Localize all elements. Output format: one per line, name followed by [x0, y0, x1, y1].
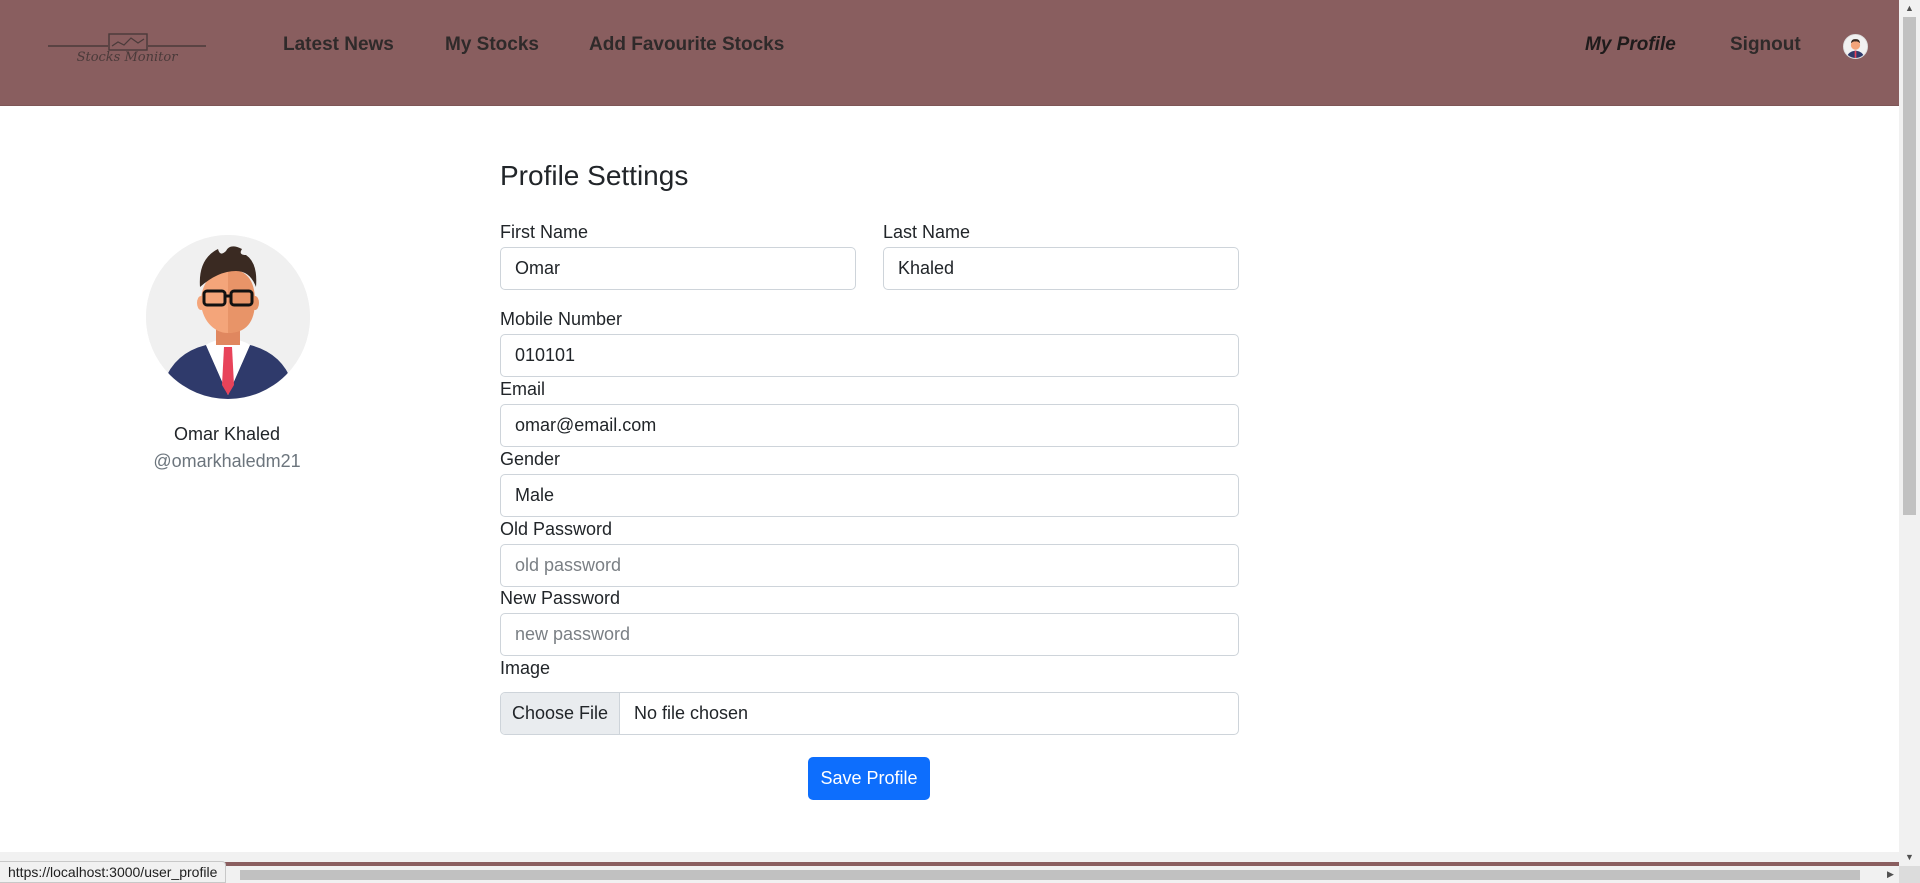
- scroll-up-icon[interactable]: ▲: [1899, 0, 1920, 17]
- scrollbar-corner: [1899, 866, 1920, 883]
- choose-file-button[interactable]: Choose File: [501, 693, 620, 734]
- profile-username: @omarkhaledm21: [153, 451, 301, 471]
- nav-latest-news[interactable]: Latest News: [283, 34, 394, 56]
- last-name-input[interactable]: [883, 247, 1239, 290]
- old-password-input[interactable]: [500, 544, 1239, 587]
- logo-text: Stocks Monitor: [77, 50, 179, 64]
- nav-signout[interactable]: Signout: [1730, 34, 1801, 56]
- businessman-avatar-icon: [146, 235, 310, 399]
- mobile-number-input[interactable]: [500, 334, 1239, 377]
- vertical-scroll-thumb[interactable]: [1903, 17, 1916, 515]
- file-status-text: No file chosen: [634, 703, 749, 723]
- scroll-down-icon[interactable]: ▼: [1899, 849, 1920, 866]
- horizontal-scroll-thumb[interactable]: [240, 870, 1860, 880]
- email-label: Email: [500, 379, 546, 399]
- old-password-label: Old Password: [500, 519, 613, 539]
- user-avatar-icon[interactable]: [1843, 34, 1868, 59]
- new-password-label: New Password: [500, 588, 621, 608]
- scroll-right-icon[interactable]: ▶: [1882, 866, 1899, 883]
- nav-my-profile[interactable]: My Profile: [1585, 34, 1676, 56]
- profile-full-name: Omar Khaled: [173, 424, 281, 444]
- email-input[interactable]: [500, 404, 1239, 447]
- mobile-number-label: Mobile Number: [500, 309, 623, 329]
- image-label: Image: [500, 658, 551, 678]
- page-bottom-strip: [0, 852, 1899, 862]
- image-file-input[interactable]: Choose File No file chosen: [500, 692, 1239, 735]
- vertical-scrollbar[interactable]: ▲ ▼: [1899, 0, 1920, 866]
- stocks-monitor-logo[interactable]: Stocks Monitor: [46, 30, 208, 64]
- save-profile-button[interactable]: Save Profile: [808, 757, 930, 800]
- horizontal-scrollbar[interactable]: ◀ ▶: [0, 866, 1899, 883]
- status-bar-url: https://localhost:3000/user_profile: [0, 861, 227, 883]
- nav-my-stocks[interactable]: My Stocks: [445, 34, 539, 56]
- nav-add-favourite-stocks[interactable]: Add Favourite Stocks: [589, 34, 784, 56]
- profile-avatar: [146, 235, 310, 399]
- gender-input[interactable]: [500, 474, 1239, 517]
- last-name-label: Last Name: [883, 222, 971, 242]
- new-password-input[interactable]: [500, 613, 1239, 656]
- first-name-input[interactable]: [500, 247, 856, 290]
- page-title: Profile Settings: [500, 160, 689, 191]
- gender-label: Gender: [500, 449, 561, 469]
- first-name-label: First Name: [500, 222, 589, 242]
- top-navbar: Stocks Monitor Latest News My Stocks Add…: [0, 0, 1899, 106]
- stocks-chart-logo-icon: Stocks Monitor: [48, 33, 206, 64]
